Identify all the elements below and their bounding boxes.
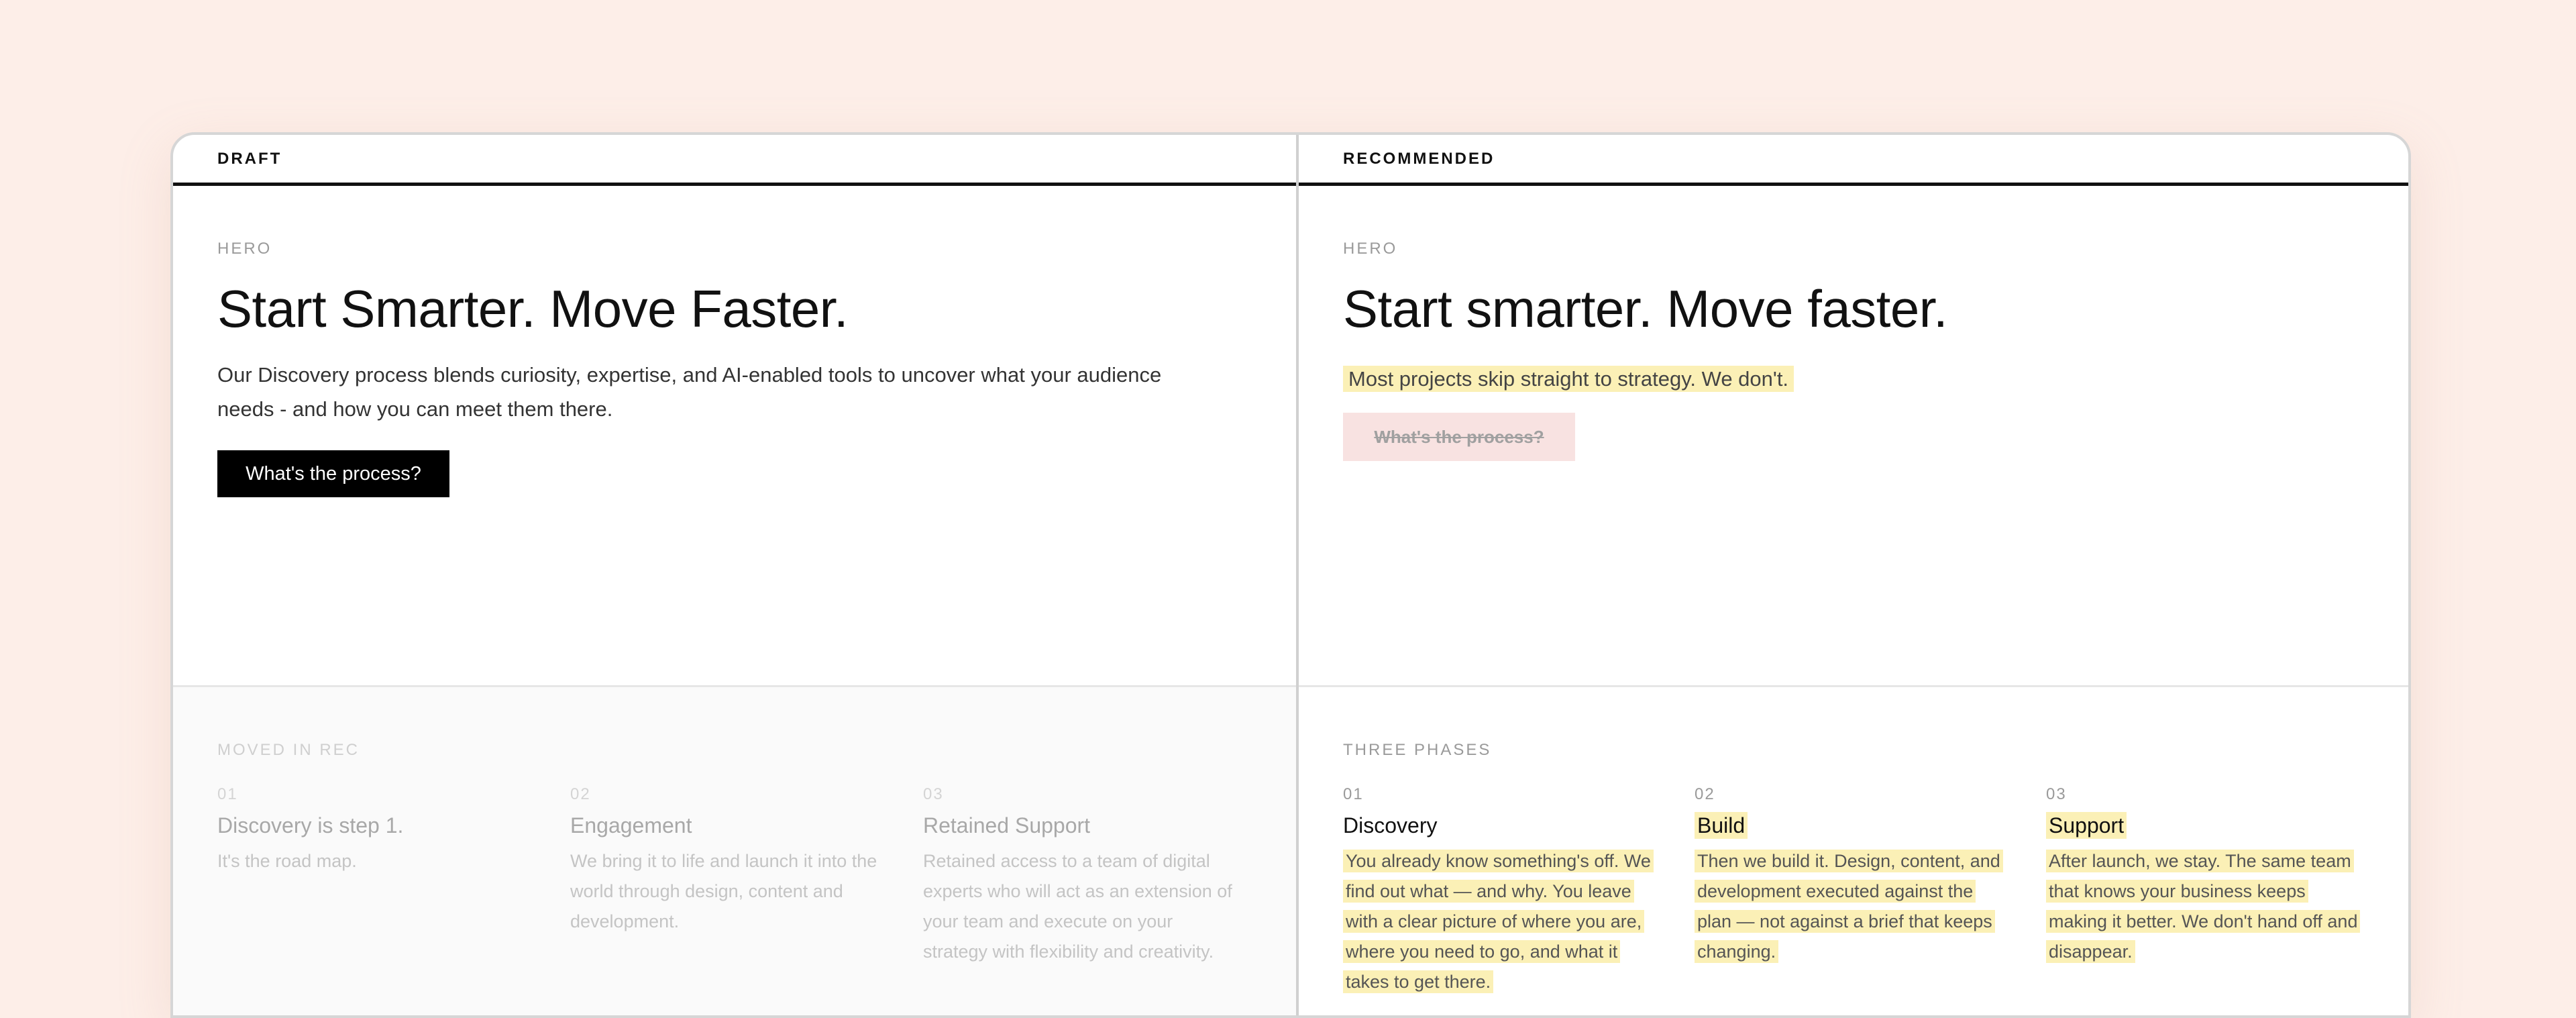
recommended-column: RECOMMENDED HERO Start smarter. Move fas… (1299, 135, 2408, 1015)
draft-phase-3: 03 Retained Support Retained access to a… (923, 785, 1238, 967)
recommended-phases-label: THREE PHASES (1343, 741, 1492, 759)
recommended-phase-3: 03 Support After launch, we stay. The sa… (2046, 785, 2361, 967)
draft-phases-section: MOVED IN REC 01 Discovery is step 1. It'… (173, 685, 1296, 1015)
recommended-hero-title: Start smarter. Move faster. (1343, 279, 1948, 338)
phase-title: Engagement (570, 813, 692, 837)
highlighted-text: After launch, we stay. The same team tha… (2046, 850, 2361, 963)
highlighted-text: Most projects skip straight to strategy.… (1343, 366, 1794, 392)
phase-title: Discovery is step 1. (217, 813, 404, 837)
recommended-phase-1: 01 Discovery You already know something'… (1343, 785, 1658, 997)
phase-description: Then we build it. Design, content, and d… (1695, 846, 2010, 967)
phase-description: You already know something's off. We fin… (1343, 846, 1658, 997)
comparison-frame: DRAFT HERO Start Smarter. Move Faster. O… (170, 132, 2411, 1018)
highlighted-text: You already know something's off. We fin… (1343, 850, 1654, 993)
draft-hero-lead: Our Discovery process blends curiosity, … (217, 363, 1162, 421)
phase-description: It's the road map. (217, 851, 357, 871)
removed-process-button: What's the process? (1343, 413, 1575, 461)
recommended-phase-2: 02 Build Then we build it. Design, conte… (1695, 785, 2010, 967)
phase-title: Retained Support (923, 813, 1091, 837)
draft-phases-label: MOVED IN REC (217, 741, 360, 759)
recommended-header: RECOMMENDED (1299, 135, 2408, 186)
draft-phase-1: 01 Discovery is step 1. It's the road ma… (217, 785, 533, 876)
highlighted-text: Then we build it. Design, content, and d… (1695, 850, 2003, 963)
highlighted-title: Build (1695, 812, 1748, 839)
phase-number: 03 (923, 785, 944, 803)
recommended-phases-section: THREE PHASES 01 Discovery You already kn… (1299, 685, 2408, 1015)
recommended-hero-section: HERO Start smarter. Move faster. Most pr… (1299, 186, 2408, 685)
process-button[interactable]: What's the process? (217, 450, 449, 497)
phase-title: Support (2046, 812, 2361, 839)
recommended-hero-lead: Most projects skip straight to strategy.… (1343, 362, 2322, 396)
draft-phase-2: 02 Engagement We bring it to life and la… (570, 785, 885, 937)
highlighted-title: Support (2046, 812, 2127, 839)
phase-description: We bring it to life and launch it into t… (570, 851, 877, 931)
draft-hero-title: Start Smarter. Move Faster. (217, 279, 849, 338)
recommended-hero-label: HERO (1343, 240, 1398, 258)
phase-description: Retained access to a team of digital exp… (923, 851, 1232, 962)
draft-hero-section: HERO Start Smarter. Move Faster. Our Dis… (173, 186, 1296, 685)
phase-title: Discovery (1343, 813, 1438, 837)
draft-column: DRAFT HERO Start Smarter. Move Faster. O… (173, 135, 1296, 1015)
phase-number: 02 (570, 785, 591, 803)
phase-number: 03 (2046, 785, 2067, 803)
phase-title: Build (1695, 812, 2010, 839)
phase-number: 02 (1695, 785, 1715, 803)
phase-number: 01 (217, 785, 238, 803)
phase-number: 01 (1343, 785, 1364, 803)
draft-header: DRAFT (173, 135, 1296, 186)
phase-description: After launch, we stay. The same team tha… (2046, 846, 2361, 967)
draft-hero-label: HERO (217, 240, 272, 258)
